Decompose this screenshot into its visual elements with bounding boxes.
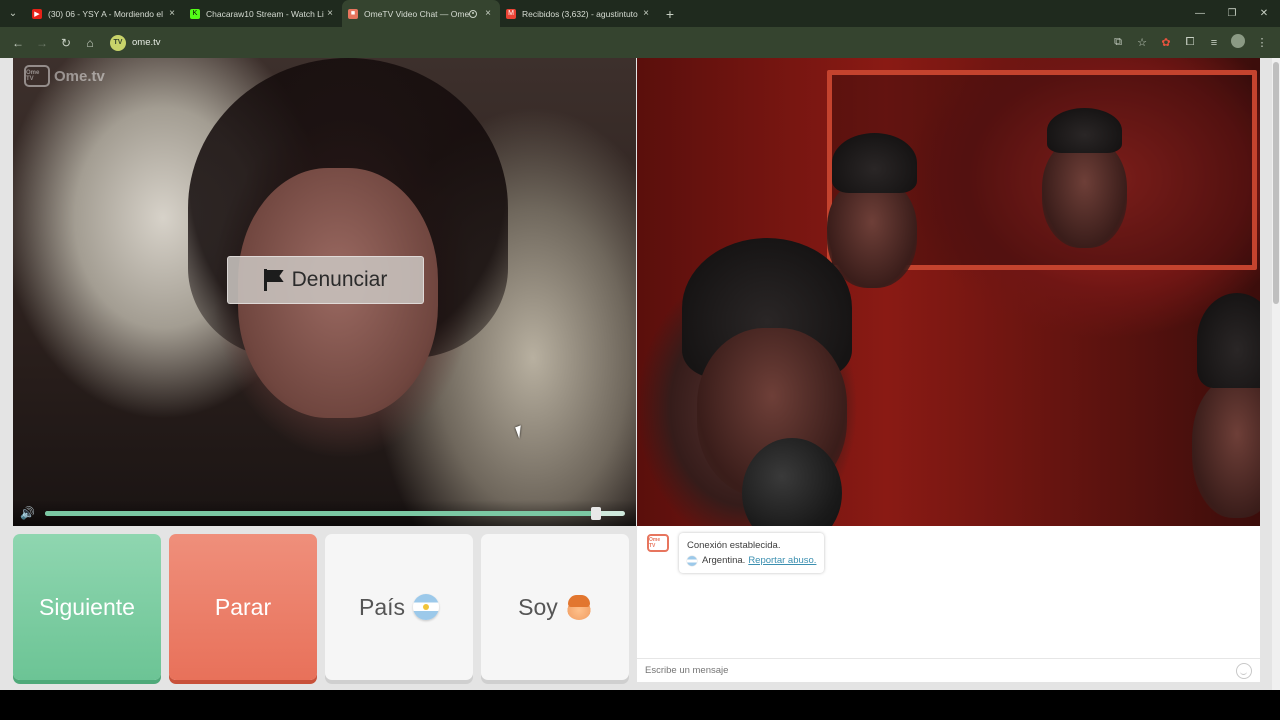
profile-avatar[interactable] — [1226, 34, 1250, 51]
video-person — [827, 178, 917, 288]
ometv-logo-icon: Ome TV — [24, 65, 50, 87]
volume-slider[interactable] — [45, 507, 625, 520]
video-person — [1042, 138, 1127, 248]
tab-title: (30) 06 - YSY A - Mordiendo el F — [48, 8, 166, 19]
message-input[interactable] — [645, 665, 1236, 676]
maximize-icon[interactable]: ❐ — [1216, 8, 1248, 19]
url-text[interactable]: ome.tv — [132, 37, 161, 48]
partner-country: Argentina. — [702, 555, 746, 566]
system-message: Conexión establecida. Argentina. Reporta… — [679, 533, 825, 573]
recording-icon — [469, 9, 477, 18]
tab-search-icon[interactable]: ⌄ — [0, 0, 26, 27]
taskbar-area — [0, 690, 1280, 720]
extensions-puzzle-icon[interactable]: ⧠ — [1178, 36, 1202, 49]
media-control-icon[interactable]: ≡ — [1202, 37, 1226, 49]
browser-tab-bar: ⌄ ▶ (30) 06 - YSY A - Mordiendo el F × K… — [0, 0, 1280, 27]
chat-panel: Ome TV Conexión establecida. Argentina. … — [637, 526, 1260, 682]
video-person — [1192, 378, 1260, 518]
ometv-page: Ome TV Ome.tv Denunciar 🔊 Siguiente Para… — [0, 58, 1280, 690]
browser-tab-kick[interactable]: K Chacaraw10 Stream - Watch Li × — [184, 0, 342, 27]
volume-icon[interactable]: 🔊 — [20, 507, 38, 519]
kick-icon: K — [190, 8, 200, 19]
country-button[interactable]: País — [325, 534, 473, 680]
toolbar-actions: ⧉ ☆ ✿ ⧠ ≡ ⋮ — [1106, 34, 1274, 51]
boy-icon — [565, 594, 592, 620]
browser-tab-gmail[interactable]: M Recibidos (3,632) - agustintuto × — [500, 0, 658, 27]
video-beanie — [1047, 108, 1122, 153]
next-button[interactable]: Siguiente — [13, 534, 161, 680]
gender-button-label: Soy — [518, 593, 558, 620]
cast-icon[interactable]: ⧉ — [1106, 36, 1130, 49]
tab-close-icon[interactable]: × — [640, 8, 652, 19]
ometv-logo-text: Ome.tv — [54, 67, 105, 85]
connection-status: Conexión establecida. — [687, 540, 781, 551]
reload-icon[interactable]: ↻ — [54, 36, 78, 50]
partner-country-line: Argentina. Reportar abuso. — [687, 553, 816, 568]
extension-icon[interactable]: ✿ — [1154, 36, 1178, 49]
stop-button[interactable]: Parar — [169, 534, 317, 680]
tab-title: Chacaraw10 Stream - Watch Li — [206, 8, 324, 19]
youtube-icon: ▶ — [32, 8, 42, 19]
argentina-flag-icon — [413, 594, 440, 620]
browser-tab-youtube[interactable]: ▶ (30) 06 - YSY A - Mordiendo el F × — [26, 0, 184, 27]
tab-close-icon[interactable]: × — [482, 8, 494, 19]
tab-title: Recibidos (3,632) - agustintuto — [522, 8, 638, 19]
self-video — [637, 58, 1260, 526]
mouse-cursor-icon — [515, 425, 525, 439]
video-beanie — [832, 133, 917, 193]
report-button[interactable]: Denunciar — [227, 256, 424, 304]
emoji-icon[interactable] — [1236, 662, 1252, 679]
gmail-icon: M — [506, 8, 516, 19]
page-scrollbar[interactable] — [1272, 58, 1280, 690]
close-window-icon[interactable]: ✕ — [1248, 8, 1280, 19]
more-menu-icon[interactable]: ⋮ — [1250, 36, 1274, 49]
browser-tab-ometv[interactable]: ■ OmeTV Video Chat — Ome × — [342, 0, 500, 27]
minimize-icon[interactable]: — — [1184, 8, 1216, 19]
ometv-icon: ■ — [348, 8, 358, 19]
stop-button-label: Parar — [214, 593, 272, 620]
argentina-flag-icon — [687, 555, 697, 566]
volume-slider-fill — [45, 511, 596, 516]
tab-close-icon[interactable]: × — [166, 8, 178, 19]
country-button-label: País — [358, 593, 406, 620]
forward-icon[interactable]: → — [30, 36, 54, 50]
browser-toolbar: ← → ↻ ⌂ TV ome.tv ⧉ ☆ ✿ ⧠ ≡ ⋮ — [0, 27, 1280, 58]
volume-slider-handle[interactable] — [591, 507, 601, 520]
report-abuse-link[interactable]: Reportar abuso. — [748, 553, 816, 568]
video-beanie — [1197, 293, 1260, 388]
window-controls: — ❐ ✕ — [1184, 8, 1280, 19]
next-button-label: Siguiente — [39, 593, 135, 620]
new-tab-icon[interactable]: + — [658, 6, 682, 22]
scrollbar-thumb[interactable] — [1273, 62, 1279, 304]
volume-bar: 🔊 — [13, 500, 636, 526]
ometv-logo: Ome TV Ome.tv — [24, 65, 105, 87]
ometv-chat-icon: Ome TV — [647, 534, 669, 552]
report-button-label: Denunciar — [291, 268, 388, 291]
back-icon[interactable]: ← — [6, 36, 30, 50]
address-bar[interactable]: TV ome.tv — [110, 32, 161, 54]
partner-video: Ome TV Ome.tv Denunciar 🔊 — [13, 58, 636, 526]
flag-icon — [263, 269, 284, 291]
site-info-icon[interactable]: TV — [110, 34, 126, 51]
bookmark-star-icon[interactable]: ☆ — [1130, 36, 1154, 49]
home-icon[interactable]: ⌂ — [78, 36, 102, 50]
chat-input-row — [637, 658, 1260, 682]
tab-close-icon[interactable]: × — [324, 8, 336, 19]
tab-title: OmeTV Video Chat — Ome — [364, 8, 469, 19]
gender-button[interactable]: Soy — [481, 534, 629, 680]
